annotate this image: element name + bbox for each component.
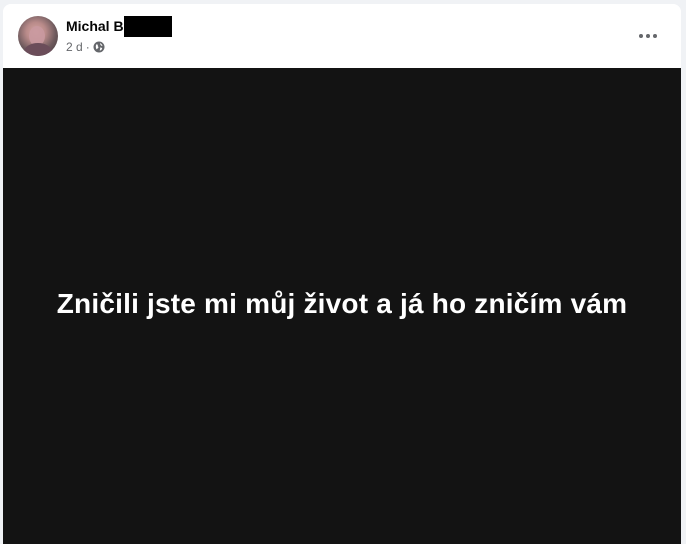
avatar-body [24,43,52,56]
post-content-background: Zničili jste mi můj život a já ho zničím… [3,68,681,544]
redaction-bar [123,15,172,37]
more-options-button[interactable] [633,21,663,51]
more-options-icon [639,34,643,38]
author-row: Michal B [66,15,172,37]
post-meta: 2 d · [66,39,105,55]
globe-icon[interactable] [93,41,105,53]
post-card: Michal B 2 d · Zničili jste mi můj život… [3,4,681,544]
post-header: Michal B 2 d · [3,4,681,68]
avatar[interactable] [18,16,58,56]
author-name[interactable]: Michal B [66,18,124,34]
post-timestamp[interactable]: 2 d [66,40,83,54]
more-options-icon-dot [646,34,650,38]
post-text: Zničili jste mi můj život a já ho zničím… [56,288,628,319]
more-options-icon-dot [653,34,657,38]
meta-separator: · [85,40,90,54]
